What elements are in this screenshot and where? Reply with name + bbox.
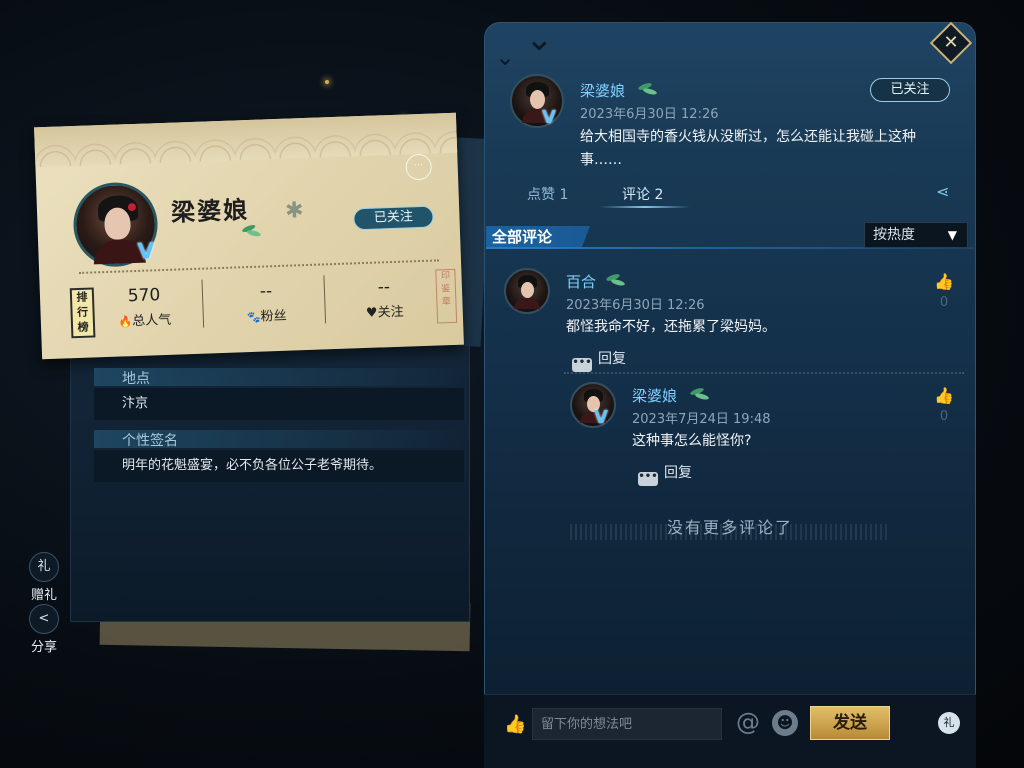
- paw-icon: 🐾: [246, 310, 261, 325]
- gift-bag-icon: 礼: [29, 552, 59, 582]
- thumbs-up-icon[interactable]: 👍: [504, 714, 526, 735]
- comment-like-count: 0: [939, 295, 949, 310]
- heart-icon: ♥: [365, 305, 378, 321]
- verified-icon: V: [542, 107, 556, 128]
- reply-label: 回复: [664, 465, 692, 481]
- comment-input[interactable]: [532, 708, 722, 740]
- gift-button[interactable]: 礼 赠礼: [26, 552, 62, 603]
- verified-icon: V: [594, 407, 608, 428]
- comment-avatar[interactable]: V: [570, 382, 616, 428]
- share-icon: <: [29, 604, 59, 634]
- speech-bubble-icon: •••: [638, 472, 658, 486]
- fans-value: --: [259, 281, 273, 302]
- close-icon: ✕: [943, 32, 959, 53]
- maple-leaf-icon: ✱: [284, 198, 305, 224]
- comment-timestamp: 2023年7月24日 19:48: [632, 412, 771, 427]
- fans-label: 粉丝: [260, 308, 287, 325]
- triangle-down-icon: ▼: [947, 228, 957, 242]
- divider: [323, 275, 327, 324]
- stat-fans[interactable]: -- 🐾粉丝: [218, 280, 315, 326]
- reply-button[interactable]: ••• 回复: [572, 348, 626, 372]
- wave-pattern-border: [34, 112, 458, 168]
- comment-avatar[interactable]: [504, 268, 550, 314]
- bamboo-leaf-icon: [242, 226, 262, 237]
- divider: [201, 279, 205, 328]
- signature-label: 个性签名: [94, 430, 464, 449]
- comment-timestamp: 2023年6月30日 12:26: [566, 298, 705, 313]
- post-timestamp: 2023年6月30日 12:26: [580, 107, 719, 122]
- reply-button[interactable]: ••• 回复: [638, 462, 692, 486]
- share-button[interactable]: < 分享: [26, 604, 62, 655]
- share-label: 分享: [30, 640, 57, 655]
- thumbs-up-icon[interactable]: 👍: [932, 386, 956, 405]
- firefly-decoration: [325, 80, 329, 84]
- sort-dropdown[interactable]: 按热度 ▼: [864, 222, 968, 248]
- reply-label: 回复: [598, 351, 626, 367]
- signature-value: 明年的花魁盛宴，必不负各位公子老爷期待。: [94, 450, 464, 482]
- comment-author-name[interactable]: 百合: [566, 271, 596, 292]
- post-author-avatar[interactable]: V: [510, 74, 564, 128]
- stat-following[interactable]: -- ♥关注: [336, 276, 433, 322]
- swallow-decoration: ⌄: [495, 43, 516, 71]
- profile-card: V 梁婆娘 ✱ ··· 已关注 排行榜 570 🔥总人气 -- 🐾粉丝 -- ♥…: [34, 112, 464, 360]
- profile-follow-button[interactable]: 已关注: [353, 205, 434, 231]
- share-icon[interactable]: ⋖: [936, 182, 949, 201]
- emoji-icon[interactable]: ☻: [772, 710, 798, 736]
- comment-like-count: 0: [939, 409, 949, 424]
- post-follow-button[interactable]: 已关注: [870, 78, 950, 102]
- swallow-decoration: ⌄: [525, 22, 554, 59]
- location-value: 汴京: [94, 388, 464, 420]
- more-options-button[interactable]: ···: [405, 153, 433, 181]
- at-mention-icon[interactable]: @: [736, 708, 760, 736]
- bamboo-leaf-icon: [690, 389, 710, 399]
- all-comments-header: 全部评论: [486, 226, 590, 248]
- comment-text: 这种事怎么能怪你?: [632, 433, 752, 449]
- popularity-value: 570: [127, 285, 161, 307]
- sort-value: 按热度: [873, 227, 915, 243]
- tab-likes[interactable]: 点赞 1: [527, 184, 568, 204]
- following-label: 关注: [377, 304, 404, 321]
- profile-avatar[interactable]: V: [72, 181, 159, 269]
- post-content: 给大相国寺的香火钱从没断过，怎么还能让我碰上这种事……: [580, 129, 916, 168]
- send-button[interactable]: 发送: [810, 706, 890, 740]
- stat-popularity: 570 🔥总人气: [96, 284, 193, 330]
- bamboo-leaf-icon: [638, 84, 658, 94]
- gift-bag-icon[interactable]: 礼: [938, 712, 960, 734]
- no-more-comments-text: 没有更多评论了: [666, 518, 793, 537]
- thumbs-up-icon[interactable]: 👍: [932, 272, 956, 291]
- location-label: 地点: [94, 368, 464, 387]
- post-author-name[interactable]: 梁婆娘: [580, 80, 625, 101]
- bamboo-leaf-icon: [606, 275, 626, 285]
- divider: [564, 372, 964, 374]
- rank-badge[interactable]: 排行榜: [69, 287, 96, 339]
- comment-text: 都怪我命不好，还拖累了梁妈妈。: [566, 319, 776, 335]
- verified-icon: V: [137, 239, 155, 265]
- seal-stamp: 印鉴章: [435, 268, 458, 324]
- popularity-label: 总人气: [131, 312, 172, 330]
- active-tab-indicator: [600, 206, 690, 208]
- tab-comments[interactable]: 评论 2: [622, 184, 663, 204]
- following-value: --: [377, 277, 391, 298]
- speech-bubble-icon: •••: [572, 358, 592, 372]
- gift-label: 赠礼: [30, 588, 57, 603]
- fire-icon: 🔥: [118, 315, 133, 329]
- profile-name: 梁婆娘: [170, 194, 250, 227]
- comment-author-name[interactable]: 梁婆娘: [632, 385, 677, 406]
